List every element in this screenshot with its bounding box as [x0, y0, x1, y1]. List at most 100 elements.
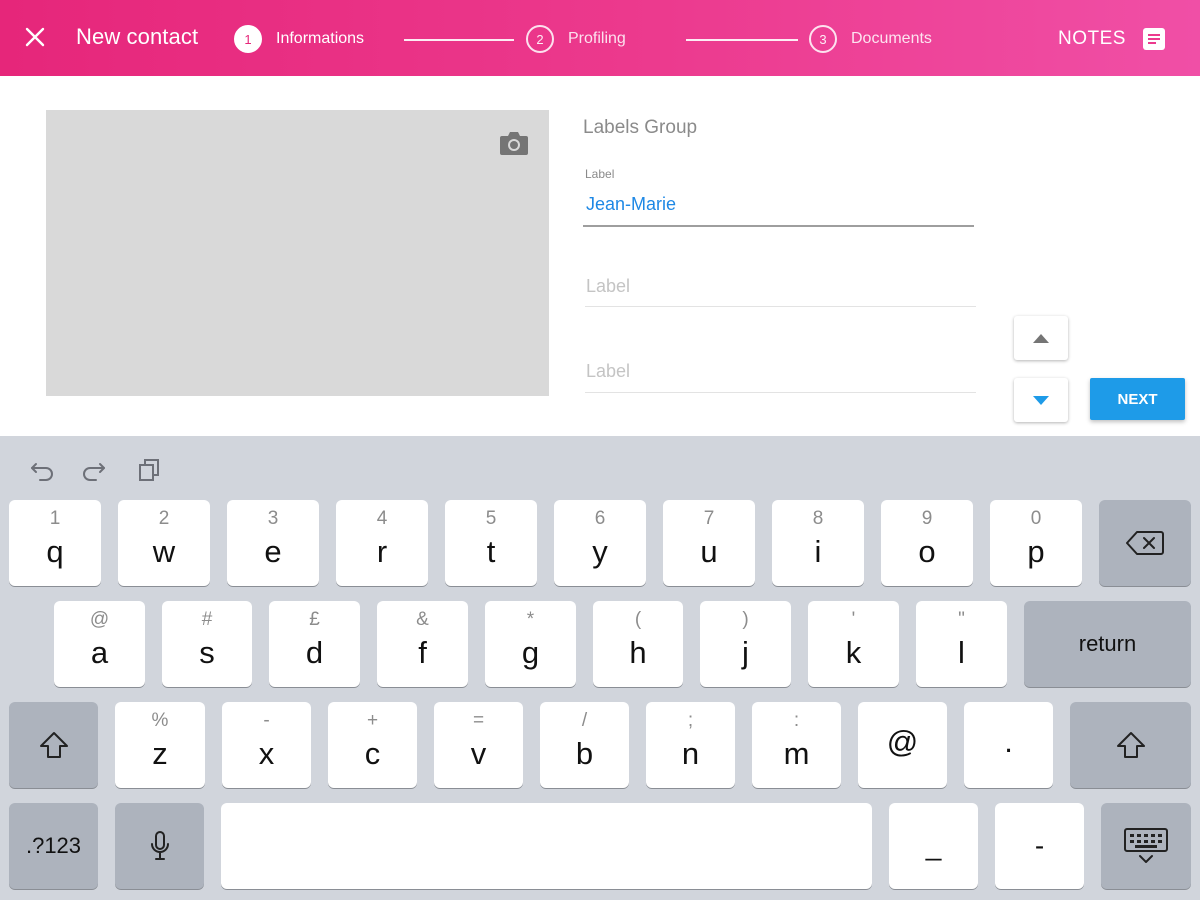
paste-icon[interactable]	[136, 456, 164, 484]
step-informations[interactable]: 1 Informations	[234, 25, 364, 53]
key-at[interactable]: @	[858, 702, 947, 788]
key-main: v	[470, 736, 487, 771]
hide-keyboard-key[interactable]	[1101, 803, 1191, 889]
key-sub: %	[151, 710, 169, 731]
key-sub: 1	[49, 508, 61, 529]
backspace-key[interactable]	[1099, 500, 1191, 586]
key-sub: *	[526, 609, 535, 630]
key-main: q	[46, 534, 64, 569]
key-g[interactable]: * g	[485, 601, 576, 687]
key-sub: ;	[687, 710, 694, 731]
key-q[interactable]: 1 q	[9, 500, 101, 586]
field-label: Label	[585, 167, 615, 181]
key-sub: 3	[267, 508, 279, 529]
redo-icon[interactable]	[80, 456, 108, 484]
key-u[interactable]: 7 u	[663, 500, 755, 586]
photo-placeholder[interactable]	[46, 110, 549, 396]
key-e[interactable]: 3 e	[227, 500, 319, 586]
shift-icon	[39, 732, 68, 758]
label-field-2[interactable]: Label	[583, 270, 976, 308]
key-sub: "	[958, 609, 965, 630]
key-b[interactable]: / b	[540, 702, 629, 788]
key-main: l	[958, 635, 965, 670]
space-key[interactable]	[221, 803, 872, 889]
field-placeholder[interactable]: Label	[586, 361, 630, 382]
notes-icon[interactable]	[1143, 28, 1165, 50]
key-k[interactable]: ' k	[808, 601, 899, 687]
label-field-1[interactable]: Label Jean-Marie	[583, 166, 974, 228]
step-number: 1	[234, 25, 262, 53]
key-sub: 6	[594, 508, 606, 529]
key-sub: (	[634, 609, 642, 630]
step-number: 2	[526, 25, 554, 53]
numbers-key[interactable]: .?123	[9, 803, 98, 889]
notes-button[interactable]: NOTES	[1058, 28, 1126, 50]
key-main: c	[364, 736, 381, 771]
key-n[interactable]: ; n	[646, 702, 735, 788]
key-o[interactable]: 9 o	[881, 500, 973, 586]
key-period[interactable]: .	[964, 702, 1053, 788]
camera-icon[interactable]	[499, 130, 529, 156]
key-f[interactable]: & f	[377, 601, 468, 687]
key-m[interactable]: : m	[752, 702, 841, 788]
close-icon	[25, 27, 45, 47]
key-main: g	[521, 635, 540, 670]
next-button[interactable]: NEXT	[1090, 378, 1185, 420]
header-bar: New contact 1 Informations 2 Profiling 3…	[0, 0, 1200, 76]
key-s[interactable]: # s	[162, 601, 252, 687]
key-main: x	[258, 736, 275, 771]
move-down-button[interactable]	[1014, 378, 1068, 422]
key-c[interactable]: + c	[328, 702, 417, 788]
key-sub: #	[201, 609, 213, 630]
return-label: return	[1078, 631, 1137, 656]
key-a[interactable]: @ a	[54, 601, 145, 687]
key-sub: 2	[158, 508, 170, 529]
step-documents[interactable]: 3 Documents	[809, 25, 932, 53]
key-main: i	[814, 534, 822, 569]
key-main: e	[264, 534, 282, 569]
key-j[interactable]: ) j	[700, 601, 791, 687]
key-v[interactable]: = v	[434, 702, 523, 788]
app: New contact 1 Informations 2 Profiling 3…	[0, 0, 1200, 900]
key-sub: 9	[921, 508, 933, 529]
field-underline	[585, 392, 976, 393]
move-up-button[interactable]	[1014, 316, 1068, 360]
key-h[interactable]: ( h	[593, 601, 683, 687]
labels-group-title: Labels Group	[583, 117, 698, 138]
field-placeholder[interactable]: Label	[586, 276, 630, 297]
key-main: f	[418, 635, 427, 670]
key-sub: 4	[376, 508, 388, 529]
return-key[interactable]: return	[1024, 601, 1191, 687]
key-i[interactable]: 8 i	[772, 500, 864, 586]
key-l[interactable]: " l	[916, 601, 1007, 687]
shift-key-right[interactable]	[1070, 702, 1191, 788]
arrow-down-icon	[1033, 396, 1049, 405]
key-underscore[interactable]: _	[889, 803, 978, 889]
key-main: -	[1034, 830, 1045, 861]
key-main: @	[886, 724, 919, 759]
microphone-key[interactable]	[115, 803, 204, 889]
key-x[interactable]: - x	[222, 702, 311, 788]
undo-icon[interactable]	[28, 456, 56, 484]
key-dash[interactable]: -	[995, 803, 1084, 889]
key-d[interactable]: £ d	[269, 601, 360, 687]
key-t[interactable]: 5 t	[445, 500, 537, 586]
label-field-3[interactable]: Label	[583, 355, 976, 395]
key-main: r	[376, 534, 388, 569]
key-r[interactable]: 4 r	[336, 500, 428, 586]
key-main: y	[592, 534, 608, 569]
key-main: _	[925, 830, 942, 861]
close-button[interactable]	[18, 20, 52, 54]
key-z[interactable]: % z	[115, 702, 205, 788]
key-main: k	[845, 635, 862, 670]
step-profiling[interactable]: 2 Profiling	[526, 25, 626, 53]
key-y[interactable]: 6 y	[554, 500, 646, 586]
key-main: .	[1004, 724, 1013, 759]
key-w[interactable]: 2 w	[118, 500, 210, 586]
key-main: w	[152, 534, 176, 569]
key-main: d	[305, 635, 324, 670]
shift-key-left[interactable]	[9, 702, 98, 788]
key-p[interactable]: 0 p	[990, 500, 1082, 586]
field-value[interactable]: Jean-Marie	[586, 194, 676, 215]
shift-icon	[1116, 732, 1145, 758]
